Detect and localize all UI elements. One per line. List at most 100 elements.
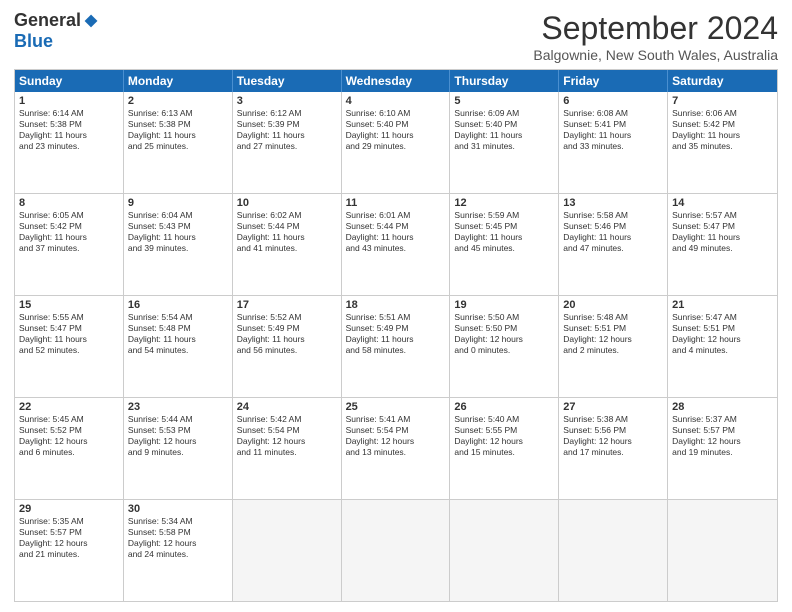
calendar-cell: 15Sunrise: 5:55 AMSunset: 5:47 PMDayligh… [15, 296, 124, 397]
day-number: 2 [128, 95, 228, 107]
daylight-line1: Daylight: 11 hours [19, 232, 119, 243]
sunrise-line: Sunrise: 5:42 AM [237, 414, 337, 425]
daylight-line1: Daylight: 12 hours [346, 436, 446, 447]
calendar-cell [450, 500, 559, 601]
calendar-cell [668, 500, 777, 601]
sunrise-line: Sunrise: 5:40 AM [454, 414, 554, 425]
daylight-line1: Daylight: 11 hours [672, 130, 773, 141]
calendar-cell: 27Sunrise: 5:38 AMSunset: 5:56 PMDayligh… [559, 398, 668, 499]
cal-header-day: Sunday [15, 70, 124, 92]
calendar-row: 15Sunrise: 5:55 AMSunset: 5:47 PMDayligh… [15, 296, 777, 398]
sunset-line: Sunset: 5:42 PM [672, 119, 773, 130]
daylight-line1: Daylight: 12 hours [237, 436, 337, 447]
daylight-line1: Daylight: 12 hours [19, 436, 119, 447]
sunset-line: Sunset: 5:42 PM [19, 221, 119, 232]
day-number: 30 [128, 503, 228, 515]
sunrise-line: Sunrise: 5:57 AM [672, 210, 773, 221]
daylight-line1: Daylight: 11 hours [237, 334, 337, 345]
day-number: 29 [19, 503, 119, 515]
daylight-line2: and 25 minutes. [128, 141, 228, 152]
daylight-line2: and 41 minutes. [237, 243, 337, 254]
daylight-line1: Daylight: 12 hours [19, 538, 119, 549]
calendar-cell: 19Sunrise: 5:50 AMSunset: 5:50 PMDayligh… [450, 296, 559, 397]
daylight-line2: and 43 minutes. [346, 243, 446, 254]
calendar-header: SundayMondayTuesdayWednesdayThursdayFrid… [15, 70, 777, 92]
calendar-cell: 13Sunrise: 5:58 AMSunset: 5:46 PMDayligh… [559, 194, 668, 295]
logo-icon [83, 13, 99, 29]
sunset-line: Sunset: 5:56 PM [563, 425, 663, 436]
calendar-cell: 30Sunrise: 5:34 AMSunset: 5:58 PMDayligh… [124, 500, 233, 601]
calendar-cell: 28Sunrise: 5:37 AMSunset: 5:57 PMDayligh… [668, 398, 777, 499]
logo-blue: Blue [14, 31, 53, 52]
calendar-cell: 26Sunrise: 5:40 AMSunset: 5:55 PMDayligh… [450, 398, 559, 499]
daylight-line2: and 6 minutes. [19, 447, 119, 458]
daylight-line1: Daylight: 11 hours [19, 334, 119, 345]
sunrise-line: Sunrise: 5:51 AM [346, 312, 446, 323]
daylight-line2: and 45 minutes. [454, 243, 554, 254]
daylight-line2: and 39 minutes. [128, 243, 228, 254]
calendar-row: 22Sunrise: 5:45 AMSunset: 5:52 PMDayligh… [15, 398, 777, 500]
day-number: 16 [128, 299, 228, 311]
sunrise-line: Sunrise: 5:45 AM [19, 414, 119, 425]
daylight-line2: and 35 minutes. [672, 141, 773, 152]
sunrise-line: Sunrise: 6:04 AM [128, 210, 228, 221]
daylight-line1: Daylight: 11 hours [346, 232, 446, 243]
daylight-line2: and 21 minutes. [19, 549, 119, 560]
calendar-cell: 10Sunrise: 6:02 AMSunset: 5:44 PMDayligh… [233, 194, 342, 295]
daylight-line1: Daylight: 11 hours [563, 130, 663, 141]
calendar-cell [233, 500, 342, 601]
calendar-cell: 9Sunrise: 6:04 AMSunset: 5:43 PMDaylight… [124, 194, 233, 295]
sunset-line: Sunset: 5:45 PM [454, 221, 554, 232]
daylight-line2: and 4 minutes. [672, 345, 773, 356]
daylight-line1: Daylight: 11 hours [672, 232, 773, 243]
daylight-line1: Daylight: 12 hours [454, 436, 554, 447]
sunrise-line: Sunrise: 6:01 AM [346, 210, 446, 221]
sunset-line: Sunset: 5:44 PM [346, 221, 446, 232]
day-number: 11 [346, 197, 446, 209]
cal-header-day: Wednesday [342, 70, 451, 92]
day-number: 7 [672, 95, 773, 107]
sunset-line: Sunset: 5:51 PM [672, 323, 773, 334]
day-number: 9 [128, 197, 228, 209]
cal-header-day: Tuesday [233, 70, 342, 92]
day-number: 10 [237, 197, 337, 209]
daylight-line1: Daylight: 12 hours [672, 334, 773, 345]
calendar: SundayMondayTuesdayWednesdayThursdayFrid… [14, 69, 778, 602]
calendar-cell: 2Sunrise: 6:13 AMSunset: 5:38 PMDaylight… [124, 92, 233, 193]
day-number: 14 [672, 197, 773, 209]
sunrise-line: Sunrise: 5:41 AM [346, 414, 446, 425]
daylight-line2: and 2 minutes. [563, 345, 663, 356]
daylight-line1: Daylight: 11 hours [128, 130, 228, 141]
sunset-line: Sunset: 5:50 PM [454, 323, 554, 334]
day-number: 19 [454, 299, 554, 311]
daylight-line1: Daylight: 11 hours [237, 232, 337, 243]
sunset-line: Sunset: 5:47 PM [19, 323, 119, 334]
calendar-row: 8Sunrise: 6:05 AMSunset: 5:42 PMDaylight… [15, 194, 777, 296]
sunset-line: Sunset: 5:57 PM [19, 527, 119, 538]
daylight-line2: and 29 minutes. [346, 141, 446, 152]
page: General Blue September 2024 Balgownie, N… [0, 0, 792, 612]
sunrise-line: Sunrise: 6:12 AM [237, 108, 337, 119]
sunset-line: Sunset: 5:49 PM [346, 323, 446, 334]
calendar-cell: 14Sunrise: 5:57 AMSunset: 5:47 PMDayligh… [668, 194, 777, 295]
daylight-line2: and 52 minutes. [19, 345, 119, 356]
calendar-cell: 7Sunrise: 6:06 AMSunset: 5:42 PMDaylight… [668, 92, 777, 193]
daylight-line2: and 24 minutes. [128, 549, 228, 560]
day-number: 26 [454, 401, 554, 413]
sunrise-line: Sunrise: 5:44 AM [128, 414, 228, 425]
day-number: 13 [563, 197, 663, 209]
sunrise-line: Sunrise: 6:02 AM [237, 210, 337, 221]
daylight-line2: and 19 minutes. [672, 447, 773, 458]
calendar-cell: 29Sunrise: 5:35 AMSunset: 5:57 PMDayligh… [15, 500, 124, 601]
sunset-line: Sunset: 5:55 PM [454, 425, 554, 436]
sunset-line: Sunset: 5:39 PM [237, 119, 337, 130]
subtitle: Balgownie, New South Wales, Australia [533, 47, 778, 63]
sunset-line: Sunset: 5:54 PM [346, 425, 446, 436]
day-number: 20 [563, 299, 663, 311]
day-number: 12 [454, 197, 554, 209]
daylight-line2: and 56 minutes. [237, 345, 337, 356]
daylight-line1: Daylight: 11 hours [346, 130, 446, 141]
day-number: 18 [346, 299, 446, 311]
calendar-row: 1Sunrise: 6:14 AMSunset: 5:38 PMDaylight… [15, 92, 777, 194]
daylight-line1: Daylight: 11 hours [563, 232, 663, 243]
